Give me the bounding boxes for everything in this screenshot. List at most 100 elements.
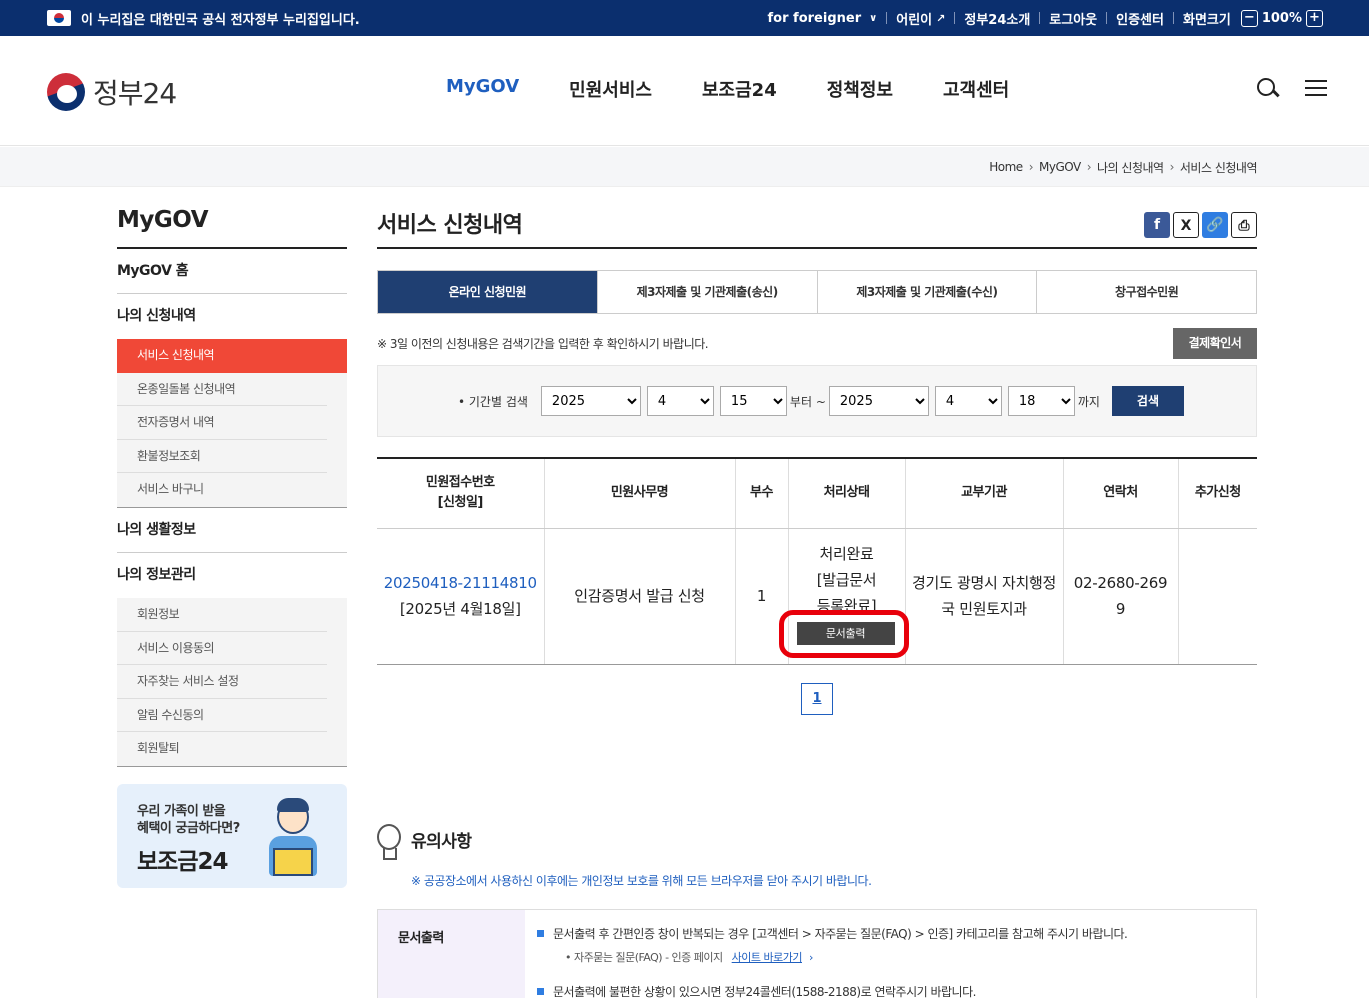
to-day-select[interactable]: 18	[1007, 386, 1075, 416]
main-nav: MyGOV 민원서비스 보조금24 정책정보 고객센터	[446, 76, 1059, 102]
side-nav-my-applications[interactable]: 나의 신청내역	[117, 294, 347, 339]
from-month-select[interactable]: 4	[646, 386, 714, 416]
for-foreigner-link[interactable]: for foreigner	[768, 11, 862, 26]
kids-link[interactable]: 어린이	[896, 9, 932, 28]
hamburger-menu-icon[interactable]	[1305, 78, 1327, 98]
receipt-cell: 20250418-21114810 [2025년 4월18일]	[377, 528, 544, 665]
tab-counter-applications[interactable]: 창구접수민원	[1036, 271, 1256, 313]
divider	[1039, 12, 1041, 24]
side-nav-info-management[interactable]: 나의 정보관리	[117, 553, 347, 598]
status-text-2: [발급문서	[816, 570, 877, 589]
breadcrumb-bar: Home › MyGOV › 나의 신청내역 › 서비스 신청내역	[0, 147, 1369, 187]
agency-cell: 경기도 광명시 자치행정국 민원토지과	[904, 528, 1063, 665]
banner-line-2: 혜택이 궁금하다면?	[137, 821, 240, 836]
search-button[interactable]: 검색	[1111, 386, 1184, 416]
side-nav-favorite-services[interactable]: 자주찾는 서비스 설정	[117, 665, 327, 699]
site-header: 정부24 MyGOV 민원서비스 보조금24 정책정보 고객센터	[0, 36, 1369, 146]
breadcrumb-home[interactable]: Home	[989, 160, 1023, 174]
search-icon[interactable]	[1257, 78, 1279, 100]
official-notice-text: 이 누리집은 대한민국 공식 전자정부 누리집입니다.	[81, 12, 360, 28]
tab-online-applications[interactable]: 온라인 신청민원	[378, 271, 597, 313]
col-service-name: 민원사무명	[543, 457, 735, 529]
subsidy24-banner[interactable]: 우리 가족이 받을 혜택이 궁금하다면? 보조금24	[117, 784, 347, 888]
side-nav-e-certificates[interactable]: 전자증명서 내역	[117, 406, 327, 440]
payment-receipt-button[interactable]: 결제확인서	[1173, 328, 1257, 359]
side-nav-title: MyGOV	[117, 207, 347, 249]
print-icon[interactable]: ⎙	[1231, 212, 1257, 238]
from-day-select[interactable]: 15	[719, 386, 787, 416]
gov-emblem-icon	[47, 73, 85, 111]
period-search-label: • 기간별 검색	[458, 394, 528, 409]
logo-text: 정부24	[93, 77, 177, 110]
zoom-in-button[interactable]: +	[1306, 9, 1323, 27]
info-line-1: 문서출력 후 간편인증 창이 반복되는 경우 [고객센터 > 자주묻는 질문(F…	[537, 925, 1255, 949]
facebook-share-icon[interactable]: f	[1144, 212, 1170, 238]
copy-link-icon[interactable]: 🔗	[1202, 212, 1228, 238]
side-nav: MyGOV MyGOV 홈 나의 신청내역 서비스 신청내역 온종일돌봄 신청내…	[117, 207, 347, 767]
share-buttons: f X 🔗 ⎙	[1141, 212, 1257, 238]
col-copies: 부수	[734, 457, 788, 529]
chevron-right-icon: ›	[1028, 160, 1034, 174]
tab-third-party-sent[interactable]: 제3자제출 및 기관제출(송신)	[596, 271, 817, 313]
lightbulb-icon	[377, 824, 401, 860]
side-nav-refund-info[interactable]: 환불정보조회	[117, 440, 327, 474]
divider	[1106, 12, 1108, 24]
table-header-row: 민원접수번호 [신청일] 민원사무명 부수 처리상태 교부기관 연락처 추가신청	[377, 457, 1257, 529]
site-logo[interactable]: 정부24	[47, 72, 177, 112]
nav-subsidy24[interactable]: 보조금24	[702, 76, 777, 102]
faq-site-link[interactable]: 사이트 바로가기	[732, 951, 803, 964]
breadcrumb-mygov[interactable]: MyGOV	[1039, 160, 1081, 174]
col-contact: 연락처	[1062, 457, 1178, 529]
bullet-square-icon	[537, 930, 544, 937]
side-nav-service-applications[interactable]: 서비스 신청내역	[117, 339, 347, 373]
utility-links: for foreigner ∨ 어린이 ↗ 정부24소개 로그아웃 인증센터 화…	[768, 0, 1327, 36]
side-nav-notification-consent[interactable]: 알림 수신동의	[117, 699, 327, 733]
period-search-box: • 기간별 검색 2025 4 15 부터 ~ 2025 4 18 까지 검색	[377, 365, 1257, 437]
about-link[interactable]: 정부24소개	[964, 9, 1030, 28]
application-tabs: 온라인 신청민원 제3자제출 및 기관제출(송신) 제3자제출 및 기관제출(수…	[377, 270, 1257, 314]
banner-text: 우리 가족이 받을 혜택이 궁금하다면?	[137, 803, 240, 837]
from-suffix: 부터 ~	[789, 394, 826, 409]
logout-link[interactable]: 로그아웃	[1049, 9, 1097, 28]
divider	[1172, 12, 1174, 24]
page-title: 서비스 신청내역	[377, 207, 1257, 249]
col-status: 처리상태	[787, 457, 905, 529]
side-nav-service-basket[interactable]: 서비스 바구니	[117, 473, 327, 507]
bullet-square-icon	[537, 988, 544, 995]
side-nav-mygov-home[interactable]: MyGOV 홈	[117, 249, 347, 294]
side-nav-withdraw[interactable]: 회원탈퇴	[117, 732, 327, 766]
status-text-1: 처리완료	[819, 544, 874, 563]
nav-civil-services[interactable]: 민원서비스	[569, 76, 652, 102]
side-nav-member-info[interactable]: 회원정보	[117, 598, 327, 632]
to-month-select[interactable]: 4	[934, 386, 1002, 416]
breadcrumb-current: 서비스 신청내역	[1179, 160, 1258, 175]
banner-title: 보조금24	[137, 849, 228, 875]
header-icons	[1257, 78, 1327, 100]
breadcrumb-my-applications[interactable]: 나의 신청내역	[1097, 159, 1164, 176]
caution-title: 유의사항	[411, 832, 472, 852]
chevron-down-icon[interactable]: ∨	[869, 13, 877, 24]
caution-note: ※ 공공장소에서 사용하신 이후에는 개인정보 보호를 위해 모든 브라우저를 …	[411, 874, 872, 888]
to-year-select[interactable]: 2025	[828, 386, 929, 416]
korea-flag-icon	[47, 10, 71, 26]
side-nav-service-consent[interactable]: 서비스 이용동의	[117, 632, 327, 666]
auth-center-link[interactable]: 인증센터	[1116, 9, 1164, 28]
nav-customer-center[interactable]: 고객센터	[943, 76, 1009, 102]
receipt-number-link[interactable]: 20250418-21114810	[384, 574, 537, 592]
from-year-select[interactable]: 2025	[540, 386, 641, 416]
nav-policy-info[interactable]: 정책정보	[827, 76, 893, 102]
zoom-level: 100%	[1261, 10, 1302, 26]
official-notice: 이 누리집은 대한민국 공식 전자정부 누리집입니다.	[47, 0, 360, 36]
tab-third-party-received[interactable]: 제3자제출 및 기관제출(수신)	[816, 271, 1037, 313]
main-content: 서비스 신청내역 f X 🔗 ⎙ 온라인 신청민원 제3자제출 및 기관제출(송…	[377, 207, 1257, 715]
x-share-icon[interactable]: X	[1173, 212, 1199, 238]
zoom-out-button[interactable]: −	[1240, 9, 1258, 27]
side-nav-allday-care[interactable]: 온종일돌봄 신청내역	[117, 373, 327, 407]
side-nav-info-submenu: 회원정보 서비스 이용동의 자주찾는 서비스 설정 알림 수신동의 회원탈퇴	[117, 597, 347, 767]
top-utility-bar: 이 누리집은 대한민국 공식 전자정부 누리집입니다. for foreigne…	[0, 0, 1369, 36]
print-button-highlight	[779, 610, 909, 658]
breadcrumb: Home › MyGOV › 나의 신청내역 › 서비스 신청내역	[989, 147, 1257, 187]
pagination-page-1[interactable]: 1	[801, 683, 833, 715]
side-nav-life-info[interactable]: 나의 생활정보	[117, 508, 347, 553]
nav-mygov[interactable]: MyGOV	[446, 76, 519, 102]
